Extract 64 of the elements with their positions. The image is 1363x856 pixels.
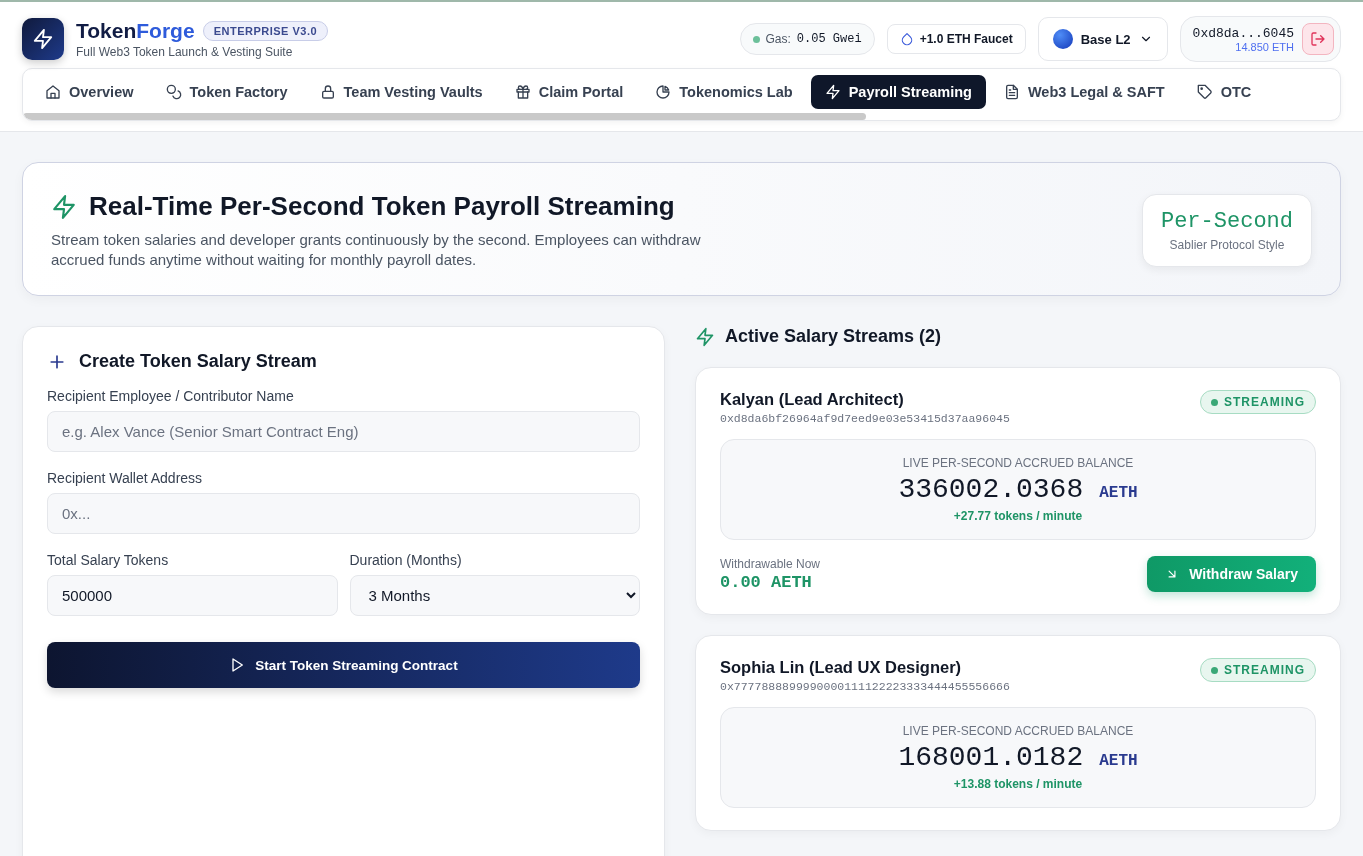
field-label: Duration (Months) — [349, 552, 463, 568]
withdrawable-amount: 0.00 AETH — [720, 572, 813, 592]
nav-tab[interactable]: Token Factory — [151, 75, 302, 109]
section-title: Active Salary Streams (2) — [725, 326, 942, 347]
token-unit: AETH — [1099, 752, 1138, 770]
lightning-icon — [51, 193, 77, 220]
network-icon — [1052, 29, 1073, 49]
balance-label: LIVE PER-SECOND ACCRUED BALANCE — [902, 724, 1134, 738]
field-label: Recipient Wallet Address — [47, 470, 204, 486]
app-name: TokenForge — [76, 19, 195, 43]
status-badge: STREAMING — [1200, 658, 1316, 682]
employee-name: Kalyan (Lead Architect) — [720, 390, 905, 409]
field-label: Recipient Employee / Contributor Name — [47, 388, 295, 404]
nav-tab[interactable]: Payroll Streaming — [810, 75, 986, 109]
status-badge: STREAMING — [1200, 390, 1316, 414]
start-stream-button[interactable]: Start Token Streaming Contract — [47, 642, 640, 688]
network-selector[interactable]: Base L2 — [1037, 17, 1168, 61]
app-tagline: Full Web3 Token Launch & Vesting Suite — [76, 45, 294, 59]
withdrawable-label: Withdrawable Now — [720, 556, 821, 571]
stream-rate: +27.77 tokens / minute — [953, 509, 1083, 523]
name-input[interactable]: e.g. Alex Vance (Senior Smart Contract Eng) — [47, 411, 640, 452]
faucet-button[interactable]: +1.0 ETH Faucet — [886, 24, 1026, 54]
employee-name: Sophia Lin (Lead UX Designer) — [720, 658, 963, 677]
drop-icon — [899, 32, 914, 46]
wallet-address: 0x7777888899990000111122223333444455556666 — [720, 680, 1010, 693]
field-label: Total Salary Tokens — [47, 552, 170, 568]
scrollbar[interactable] — [23, 113, 866, 120]
document-icon — [1003, 84, 1020, 100]
nav-tab[interactable]: Team Vesting Vaults — [305, 75, 497, 109]
coins-icon — [165, 84, 182, 100]
token-unit: AETH — [1099, 484, 1138, 502]
form-title: Create Token Salary Stream — [79, 351, 317, 372]
gas-indicator: Gas: 0.05 Gwei — [739, 23, 875, 55]
nav-tab[interactable]: Web3 Legal & SAFT — [989, 75, 1179, 109]
wallet-input[interactable]: 0x... — [47, 493, 640, 534]
balance-amount: 336002.0368 — [898, 474, 1084, 505]
tokens-input[interactable]: 500000 — [47, 575, 338, 616]
balance-label: LIVE PER-SECOND ACCRUED BALANCE — [902, 456, 1134, 470]
version-badge: ENTERPRISE V3.0 — [202, 21, 329, 41]
stream-rate: +13.88 tokens / minute — [953, 777, 1083, 791]
nav-tab[interactable]: Tokenomics Lab — [641, 75, 807, 109]
duration-select[interactable]: 3 Months — [349, 575, 640, 616]
lightning-icon — [32, 28, 54, 50]
logout-icon — [1310, 31, 1326, 47]
tag-icon — [1196, 84, 1213, 100]
wallet-address: 0xd8da6bf26964af9d7eed9e03e53415d37aa96045 — [720, 412, 1010, 425]
badge-subtitle: Sablier Protocol Style — [1169, 237, 1285, 252]
hero-description: Stream token salaries and developer grants continuously by the second. Employees can withdraw accrued funds anytime without waiting for monthly payroll dates. — [51, 230, 702, 269]
badge-title: Per-Second — [1160, 208, 1293, 234]
home-icon — [45, 84, 61, 100]
nav-tab[interactable]: Overview — [31, 75, 148, 109]
play-icon — [229, 657, 246, 673]
lightning-icon — [824, 84, 841, 100]
lightning-icon — [695, 326, 715, 347]
hero-title: Real-Time Per-Second Token Payroll Streaming — [89, 191, 675, 222]
wallet-address: 0xd8da...6045 — [1192, 25, 1294, 41]
balance-amount: 168001.0182 — [898, 742, 1084, 773]
lock-icon — [319, 84, 336, 100]
nav-tab[interactable]: OTC — [1182, 75, 1266, 109]
pie-chart-icon — [655, 84, 672, 100]
gift-icon — [514, 84, 531, 100]
logout-button[interactable] — [1302, 23, 1334, 55]
wallet-balance: 14.850 ETH — [1235, 40, 1294, 53]
nav-tab[interactable]: Claim Portal — [500, 75, 638, 109]
